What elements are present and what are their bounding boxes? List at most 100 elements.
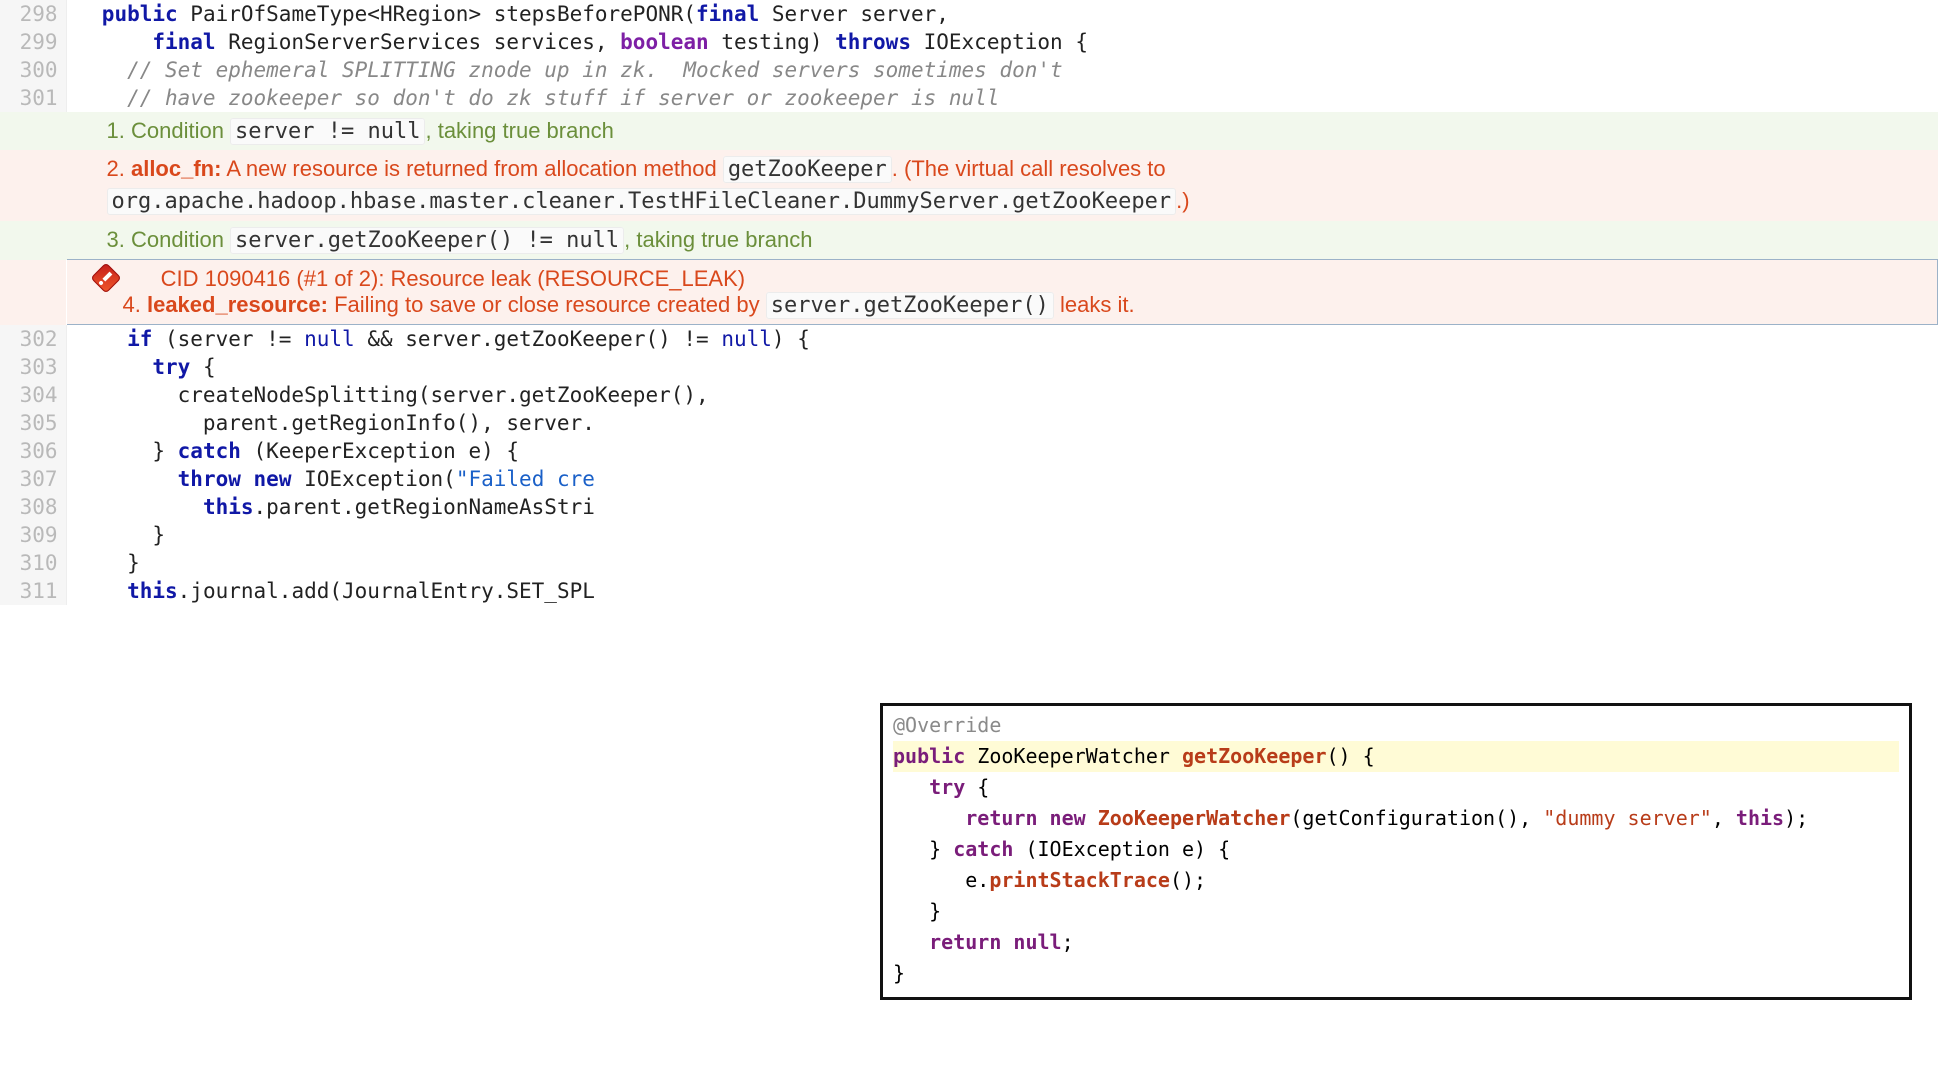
- step-number: 1.: [107, 118, 125, 143]
- code-text: testing): [709, 30, 835, 54]
- code-line: 300 // Set ephemeral SPLITTING znode up …: [0, 56, 1938, 84]
- code-text: (KeeperException e) {: [241, 439, 519, 463]
- code-text: [241, 467, 254, 491]
- code-text: () {: [1327, 744, 1375, 768]
- code-text: {: [190, 355, 215, 379]
- line-number: 304: [0, 381, 66, 409]
- bug-icon: [90, 262, 121, 293]
- gutter-blank: [0, 112, 66, 150]
- comment-text: // have zookeeper so don't do zk stuff i…: [77, 86, 1000, 110]
- step-text: A new resource is returned from allocati…: [221, 156, 722, 181]
- analysis-step-1[interactable]: 1. Condition server != null, taking true…: [0, 112, 1938, 150]
- code-content[interactable]: }: [66, 549, 1938, 577]
- method-name: getZooKeeper: [1182, 744, 1327, 768]
- code-content[interactable]: createNodeSplitting(server.getZooKeeper(…: [66, 381, 1938, 409]
- code-text: && server.getZooKeeper() !=: [355, 327, 722, 351]
- gutter-blank: [0, 150, 66, 221]
- tooltip-code: @Override public ZooKeeperWatcher getZoo…: [893, 710, 1899, 989]
- keyword-catch: catch: [953, 837, 1013, 861]
- code-line: 305 parent.getRegionInfo(), server.: [0, 409, 1938, 437]
- step-label: leaked_resource:: [141, 292, 328, 317]
- code-line: 301 // have zookeeper so don't do zk stu…: [0, 84, 1938, 112]
- code-content[interactable]: this.journal.add(JournalEntry.SET_SPL: [66, 577, 1938, 605]
- code-text: }: [77, 439, 178, 463]
- code-content[interactable]: // Set ephemeral SPLITTING znode up in z…: [66, 56, 1938, 84]
- keyword-try: try: [152, 355, 190, 379]
- keyword-return: return: [929, 930, 1001, 954]
- step-number: 2.: [107, 156, 125, 181]
- step-number: 3.: [107, 227, 125, 252]
- gutter-blank: [0, 221, 66, 260]
- code-text: }: [893, 899, 941, 923]
- defect-header[interactable]: CID 1090416 (#1 of 2): Resource leak (RE…: [0, 260, 1938, 325]
- keyword-new: new: [254, 467, 292, 491]
- definition-tooltip[interactable]: @Override public ZooKeeperWatcher getZoo…: [880, 703, 1912, 1000]
- line-number: 299: [0, 28, 66, 56]
- code-content[interactable]: // have zookeeper so don't do zk stuff i…: [66, 84, 1938, 112]
- keyword-final: final: [152, 30, 215, 54]
- comment-text: // Set ephemeral SPLITTING znode up in z…: [77, 58, 1063, 82]
- code-text: [1038, 806, 1050, 830]
- code-content[interactable]: } catch (KeeperException e) {: [66, 437, 1938, 465]
- line-number: 298: [0, 0, 66, 28]
- method-name: printStackTrace: [989, 868, 1170, 892]
- code-text: (server !=: [152, 327, 304, 351]
- line-number: 309: [0, 521, 66, 549]
- code-text: }: [893, 837, 953, 861]
- analysis-text: 3. Condition server.getZooKeeper() != nu…: [66, 221, 1938, 260]
- keyword-public: public: [102, 2, 178, 26]
- step-text: leaks it.: [1054, 292, 1135, 317]
- line-number: 306: [0, 437, 66, 465]
- code-text: {: [965, 775, 989, 799]
- code-line: 306 } catch (KeeperException e) {: [0, 437, 1938, 465]
- code-text: [893, 930, 929, 954]
- code-content[interactable]: if (server != null && server.getZooKeepe…: [66, 325, 1938, 354]
- step-code: server != null: [230, 118, 425, 145]
- code-text: [893, 806, 965, 830]
- line-number: 300: [0, 56, 66, 84]
- keyword-public: public: [893, 744, 965, 768]
- code-text: e.: [893, 868, 989, 892]
- code-content[interactable]: }: [66, 521, 1938, 549]
- code-text: );: [1784, 806, 1808, 830]
- step-text: Condition: [125, 227, 230, 252]
- step-text: , taking true branch: [425, 118, 613, 143]
- code-line: 310 }: [0, 549, 1938, 577]
- code-text: ;: [1062, 930, 1074, 954]
- code-text: createNodeSplitting(server.getZooKeeper(…: [77, 383, 709, 407]
- keyword-catch: catch: [178, 439, 241, 463]
- code-content[interactable]: try {: [66, 353, 1938, 381]
- code-line: 302 if (server != null && server.getZooK…: [0, 325, 1938, 354]
- literal-null: null: [304, 327, 355, 351]
- code-text: (IOException e) {: [1013, 837, 1230, 861]
- keyword-new: new: [1050, 806, 1086, 830]
- code-text: [77, 30, 153, 54]
- analysis-step-3[interactable]: 3. Condition server.getZooKeeper() != nu…: [0, 221, 1938, 260]
- code-line: 309 }: [0, 521, 1938, 549]
- code-content[interactable]: parent.getRegionInfo(), server.: [66, 409, 1938, 437]
- code-text: .parent.getRegionNameAsStri: [254, 495, 595, 519]
- keyword-this: this: [203, 495, 254, 519]
- code-content[interactable]: public PairOfSameType<HRegion> stepsBefo…: [66, 0, 1938, 28]
- analysis-step-2[interactable]: 2. alloc_fn: A new resource is returned …: [0, 150, 1938, 221]
- step-number: 4.: [123, 292, 141, 317]
- code-content[interactable]: throw new IOException("Failed cre: [66, 465, 1938, 493]
- code-content[interactable]: final RegionServerServices services, boo…: [66, 28, 1938, 56]
- literal-null: null: [721, 327, 772, 351]
- line-number: 308: [0, 493, 66, 521]
- code-line: 311 this.journal.add(JournalEntry.SET_SP…: [0, 577, 1938, 605]
- class-name: ZooKeeperWatcher: [1098, 806, 1291, 830]
- code-line: 298 public PairOfSameType<HRegion> steps…: [0, 0, 1938, 28]
- analysis-text: 2. alloc_fn: A new resource is returned …: [66, 150, 1938, 221]
- code-text: .journal.add(JournalEntry.SET_SPL: [178, 579, 595, 603]
- defect-content: CID 1090416 (#1 of 2): Resource leak (RE…: [66, 260, 1938, 325]
- code-text: }: [77, 523, 166, 547]
- defect-title: CID 1090416 (#1 of 2): Resource leak (RE…: [161, 266, 745, 291]
- step-label: alloc_fn:: [125, 156, 222, 181]
- code-text: }: [893, 961, 905, 985]
- code-text: [77, 327, 128, 351]
- code-content[interactable]: this.parent.getRegionNameAsStri: [66, 493, 1938, 521]
- line-number: 311: [0, 577, 66, 605]
- line-number: 302: [0, 325, 66, 354]
- keyword-this: this: [127, 579, 178, 603]
